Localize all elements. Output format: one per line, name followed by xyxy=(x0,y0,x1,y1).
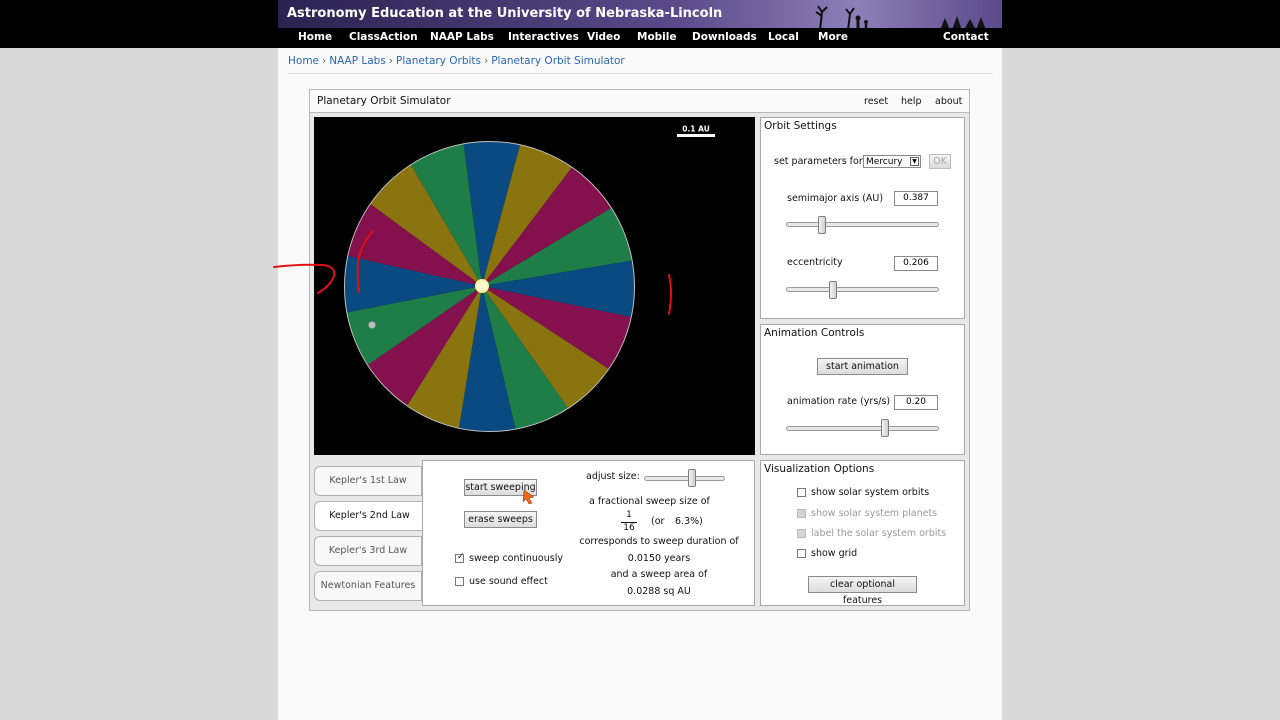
scale-label: 0.1 AU xyxy=(682,125,710,134)
adjust-size-label: adjust size: xyxy=(586,471,640,482)
tree-silhouette-icon xyxy=(815,5,986,30)
orbit-settings-title: Orbit Settings xyxy=(764,120,837,132)
nav-interactives[interactable]: Interactives xyxy=(508,31,579,43)
sweep-size-slider-thumb[interactable] xyxy=(688,469,696,487)
tab-newtonian-features[interactable]: Newtonian Features xyxy=(314,571,422,601)
fraction-or: (or xyxy=(651,516,665,527)
checkmark-icon: ✓ xyxy=(457,552,465,562)
nav-downloads[interactable]: Downloads xyxy=(692,31,757,43)
animation-controls-title: Animation Controls xyxy=(764,327,865,339)
eccentricity-input[interactable]: 0.206 xyxy=(894,256,938,271)
label-orbits-label: label the solar system orbits xyxy=(811,528,947,539)
sun-icon xyxy=(475,279,489,293)
erase-sweeps-button[interactable]: erase sweeps xyxy=(464,511,537,528)
scale-bar xyxy=(677,134,715,137)
area-intro: and a sweep area of xyxy=(610,569,708,580)
animation-rate-input[interactable]: 0.20 xyxy=(894,395,938,410)
fraction-numerator: 1 xyxy=(626,510,632,520)
planet-select[interactable]: Mercury ▼ xyxy=(863,155,921,168)
fraction-percent: 6.3%) xyxy=(675,516,703,527)
duration-value: 0.0150 years xyxy=(627,553,691,564)
breadcrumb-divider xyxy=(288,73,993,74)
nav-video[interactable]: Video xyxy=(587,31,620,43)
label-orbits-checkbox[interactable] xyxy=(797,529,806,538)
orbit-view[interactable]: 0.1 AU xyxy=(314,117,755,455)
reset-link[interactable]: reset xyxy=(864,96,888,107)
area-value: 0.0288 sq AU xyxy=(627,586,691,597)
breadcrumb-separator: › xyxy=(322,55,327,67)
chevron-down-icon: ▼ xyxy=(910,157,919,166)
tab-keplers-2nd-law[interactable]: Kepler's 2nd Law xyxy=(314,501,424,531)
nav-classaction[interactable]: ClassAction xyxy=(349,31,418,43)
semimajor-axis-label: semimajor axis (AU) xyxy=(787,193,884,204)
show-grid-checkbox[interactable] xyxy=(797,549,806,558)
breadcrumb-simulator[interactable]: Planetary Orbit Simulator xyxy=(491,55,625,67)
semimajor-axis-input[interactable]: 0.387 xyxy=(894,191,938,206)
show-planets-checkbox[interactable] xyxy=(797,509,806,518)
show-planets-label: show solar system planets xyxy=(811,508,938,519)
eccentricity-label: eccentricity xyxy=(787,257,843,268)
breadcrumb-planetary-orbits[interactable]: Planetary Orbits xyxy=(396,55,481,67)
breadcrumb-separator: › xyxy=(484,55,489,67)
start-sweeping-button[interactable]: start sweeping xyxy=(464,479,537,496)
eccentricity-slider-thumb[interactable] xyxy=(829,281,837,299)
nav-more[interactable]: More xyxy=(818,31,848,43)
nav-home[interactable]: Home xyxy=(298,31,332,43)
tab-keplers-1st-law[interactable]: Kepler's 1st Law xyxy=(314,466,422,496)
fraction-denominator: 16 xyxy=(623,523,635,533)
nav-contact[interactable]: Contact xyxy=(943,31,989,43)
sweep-continuously-label: sweep continuously xyxy=(469,553,563,564)
tab-keplers-3rd-law[interactable]: Kepler's 3rd Law xyxy=(314,536,422,566)
clear-optional-features-button[interactable]: clear optional features xyxy=(808,576,917,606)
start-animation-button[interactable]: start animation xyxy=(817,358,908,375)
visualization-options-title: Visualization Options xyxy=(764,463,875,475)
breadcrumb-naap-labs[interactable]: NAAP Labs xyxy=(329,55,386,67)
planet-select-value: Mercury xyxy=(866,157,903,167)
animation-rate-slider-track[interactable] xyxy=(786,426,939,431)
animation-rate-slider-thumb[interactable] xyxy=(881,419,889,437)
breadcrumb-home[interactable]: Home xyxy=(288,55,319,67)
nav-naap-labs[interactable]: NAAP Labs xyxy=(430,31,494,43)
show-grid-label: show grid xyxy=(811,548,858,559)
about-link[interactable]: about xyxy=(935,96,962,107)
set-parameters-label: set parameters for: xyxy=(774,156,866,167)
breadcrumb-separator: › xyxy=(388,55,394,67)
animation-controls-panel xyxy=(760,324,965,455)
nav-local[interactable]: Local xyxy=(768,31,799,43)
eccentricity-slider-track[interactable] xyxy=(786,287,939,292)
show-orbits-checkbox[interactable] xyxy=(797,488,806,497)
fraction-intro: a fractional sweep size of xyxy=(589,496,710,507)
sound-effect-checkbox[interactable] xyxy=(455,577,464,586)
help-link[interactable]: help xyxy=(901,96,922,107)
nav-mobile[interactable]: Mobile xyxy=(637,31,677,43)
app-title: Planetary Orbit Simulator xyxy=(317,95,451,107)
planet-marker[interactable] xyxy=(368,321,376,329)
orbit-canvas[interactable]: 0.1 AU xyxy=(314,117,755,455)
breadcrumb: Home › NAAP Labs › Planetary Orbits › Planetar… xyxy=(288,55,625,67)
sweep-continuously-checkbox[interactable]: ✓ xyxy=(455,552,465,563)
animation-rate-label: animation rate (yrs/s) xyxy=(787,396,891,407)
ok-button[interactable]: OK xyxy=(929,154,951,169)
show-orbits-label: show solar system orbits xyxy=(811,487,930,498)
semimajor-axis-slider-track[interactable] xyxy=(786,222,939,227)
duration-intro: corresponds to sweep duration of xyxy=(579,536,739,547)
site-title[interactable]: Astronomy Education at the University of… xyxy=(287,6,722,21)
semimajor-axis-slider-thumb[interactable] xyxy=(818,216,826,234)
sweep-size-slider-track[interactable] xyxy=(644,476,725,481)
sound-effect-label: use sound effect xyxy=(469,576,548,587)
main-nav: Home ClassAction NAAP Labs Interactives … xyxy=(278,28,1002,48)
